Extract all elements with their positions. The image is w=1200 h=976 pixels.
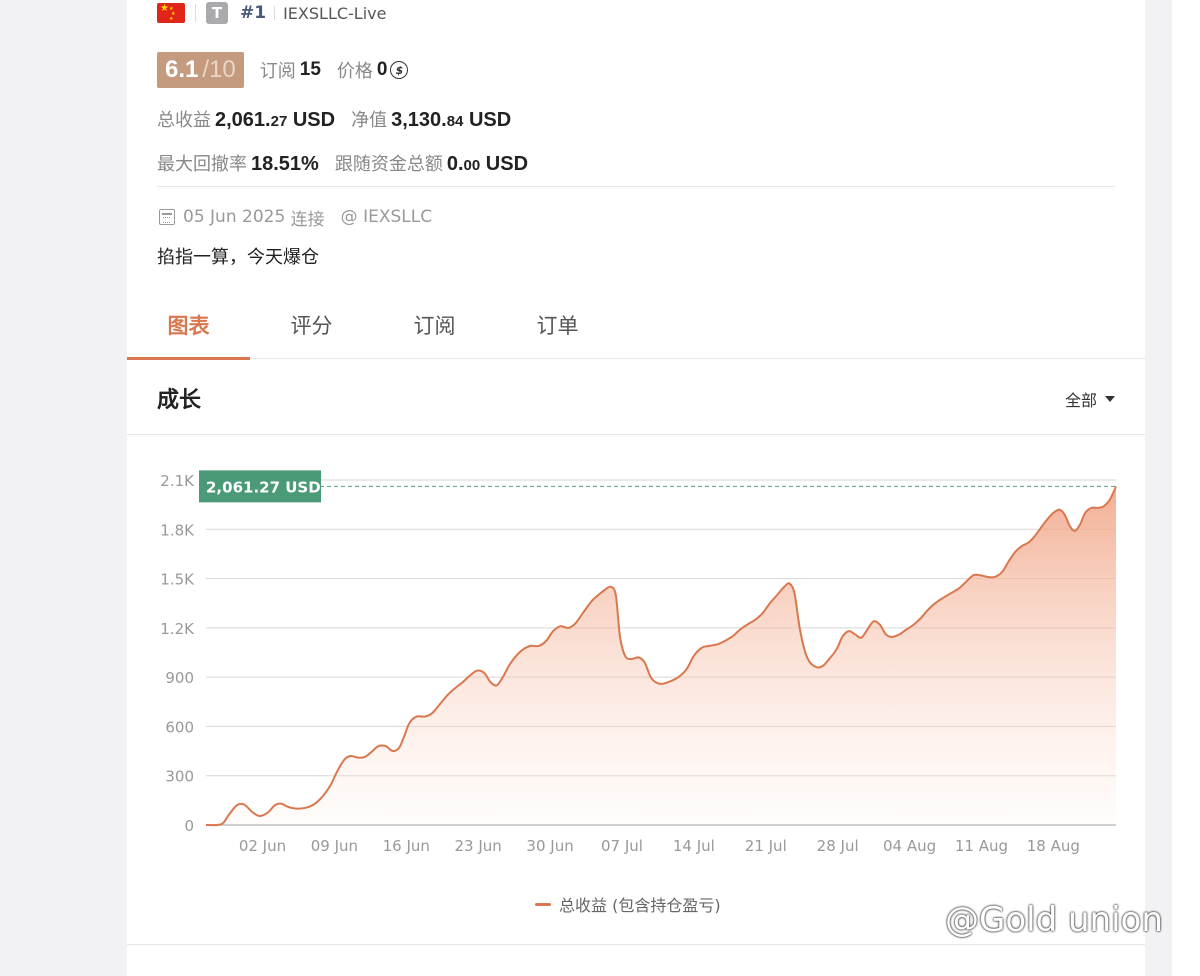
divider xyxy=(127,434,1145,435)
tab-subscriptions[interactable]: 订阅 xyxy=(373,290,496,359)
subscribe-label: 订阅 xyxy=(259,61,296,82)
caret-down-icon xyxy=(1105,396,1115,402)
trader-header: ★ ★ ★ ★ T #1 IEXSLLC-Live xyxy=(157,0,386,26)
broker-name: @ IEXSLLC xyxy=(340,207,433,227)
range-dropdown-label: 全部 xyxy=(1064,391,1097,410)
tab-bar: 图表 评分 订阅 订单 xyxy=(127,290,1145,360)
divider xyxy=(195,4,196,22)
account-name[interactable]: IEXSLLC-Live xyxy=(283,4,386,23)
section-title: 成长 xyxy=(157,388,202,413)
tab-orders[interactable]: 订单 xyxy=(496,290,619,359)
divider xyxy=(127,944,1145,945)
score-value: 6.1 xyxy=(165,56,199,83)
calendar-icon xyxy=(159,209,175,225)
legend-label: 总收益 (包含持仓盈亏) xyxy=(559,896,721,915)
equity-label: 净值 xyxy=(351,110,388,131)
score-max: /10 xyxy=(202,56,236,83)
tab-rating[interactable]: 评分 xyxy=(250,290,373,359)
follow-funds-value: 0.00 USD xyxy=(446,153,529,175)
score-badge: 6.1 /10 xyxy=(157,52,244,88)
rank-label: #1 xyxy=(240,3,267,23)
divider xyxy=(274,6,276,20)
drawdown-label: 最大回撤率 xyxy=(157,154,247,175)
connection-date: 05 Jun 2025 xyxy=(183,207,286,227)
drawdown-value: 18.51% xyxy=(251,153,319,175)
score-row: 6.1 /10 订阅 15 价格 0 $ xyxy=(157,52,409,88)
equity-value: 3,130.84 USD xyxy=(391,109,512,131)
account-type-badge: T xyxy=(206,2,228,24)
watermark: @Gold union xyxy=(945,900,1163,940)
subscribe-count: 15 xyxy=(299,59,321,80)
trader-description: 掐指一算，今天爆仓 xyxy=(157,247,319,268)
range-dropdown[interactable]: 全部 xyxy=(1065,387,1115,411)
total-profit-value: 2,061.27 USD xyxy=(215,109,336,131)
trader-card: ★ ★ ★ ★ T #1 IEXSLLC-Live 6.1 /10 订阅 15 价格 … xyxy=(127,0,1145,976)
price-value: 0 xyxy=(376,59,388,80)
china-flag-icon: ★ ★ ★ ★ xyxy=(157,3,185,23)
price-label: 价格 xyxy=(336,61,373,82)
legend-swatch xyxy=(535,902,551,906)
profit-row: 总收益 2,061.27 USD 净值 3,130.84 USD xyxy=(157,106,511,134)
drawdown-row: 最大回撤率 18.51% 跟随资金总额 0.00 USD xyxy=(157,150,528,178)
total-profit-label: 总收益 xyxy=(157,110,211,131)
chart-legend[interactable]: 总收益 (包含持仓盈亏) xyxy=(535,892,721,916)
coin-icon: $ xyxy=(390,61,409,79)
divider xyxy=(157,186,1115,187)
tab-chart[interactable]: 图表 xyxy=(127,290,250,360)
connection-row: 05 Jun 2025 连接 @ IEXSLLC xyxy=(159,204,432,230)
scrollbar-track[interactable] xyxy=(1172,0,1200,976)
follow-funds-label: 跟随资金总额 xyxy=(334,154,443,175)
connection-label: 连接 xyxy=(290,209,325,230)
